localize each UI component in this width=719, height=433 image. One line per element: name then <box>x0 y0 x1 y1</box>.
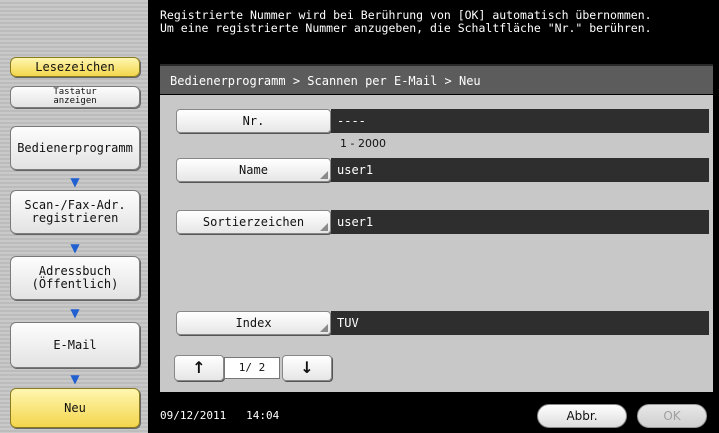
name-field: user1 <box>331 158 709 182</box>
name-label: Name <box>239 163 268 177</box>
index-button[interactable]: Index <box>176 311 331 335</box>
message-line-2: Um eine registrierte Nummer anzugeben, d… <box>160 21 652 35</box>
step-bedienerprogramm[interactable]: Bedienerprogramm <box>10 126 140 170</box>
nr-field: ---- <box>331 109 709 133</box>
ok-button[interactable]: OK <box>637 404 707 428</box>
datetime-display: 09/12/2011 14:04 <box>160 409 279 422</box>
step-neu[interactable]: Neu <box>10 388 140 428</box>
step-adressbuch[interactable]: Adressbuch (Öffentlich) <box>10 256 140 300</box>
nr-label: Nr. <box>242 114 265 128</box>
show-keyboard-button[interactable]: Tastatur anzeigen <box>10 86 140 108</box>
arrow-down-icon: ▼ <box>70 175 80 189</box>
time-text: 14:04 <box>246 409 280 422</box>
corner-indicator-icon <box>320 324 328 332</box>
arrow-down-icon: ▼ <box>70 372 80 386</box>
message-area: Registrierte Nummer wird bei Berührung v… <box>148 0 719 58</box>
sort-key-button[interactable]: Sortierzeichen <box>176 210 331 234</box>
page-up-button[interactable]: ↑ <box>174 355 224 381</box>
bottom-bar: 09/12/2011 14:04 Abbr. OK <box>148 400 719 433</box>
step-scan-fax-registrieren[interactable]: Scan-/Fax-Adr. registrieren <box>10 190 140 234</box>
message-line-1: Registrierte Nummer wird bei Berührung v… <box>160 8 652 22</box>
nr-button[interactable]: Nr. <box>176 109 331 133</box>
cancel-button[interactable]: Abbr. <box>537 404 627 428</box>
page-indicator: 1/ 2 <box>224 357 280 379</box>
sort-key-label: Sortierzeichen <box>202 215 305 229</box>
arrow-up-icon: ↑ <box>192 358 206 377</box>
step-email[interactable]: E-Mail <box>10 322 140 368</box>
name-button[interactable]: Name <box>176 158 331 182</box>
bookmark-button[interactable]: Lesezeichen <box>10 57 140 77</box>
date-text: 09/12/2011 <box>160 409 227 422</box>
corner-indicator-icon <box>320 223 328 231</box>
arrow-down-icon: ▼ <box>70 306 80 320</box>
nr-range-hint: 1 - 2000 <box>340 137 386 150</box>
arrow-down-icon: ↓ <box>300 358 314 377</box>
breadcrumb: Bedienerprogramm > Scannen per E-Mail > … <box>160 64 713 94</box>
arrow-down-icon: ▼ <box>70 241 80 255</box>
main-frame: Bedienerprogramm > Scannen per E-Mail > … <box>148 58 719 400</box>
left-panel: Lesezeichen Tastatur anzeigen Bedienerpr… <box>0 0 148 433</box>
sort-key-field: user1 <box>331 210 709 234</box>
page-down-button[interactable]: ↓ <box>282 355 332 381</box>
form-content: Nr. ---- 1 - 2000 Name user1 Sortierzeic… <box>160 95 713 392</box>
index-field: TUV <box>331 311 709 335</box>
corner-indicator-icon <box>320 171 328 179</box>
index-label: Index <box>235 316 272 330</box>
